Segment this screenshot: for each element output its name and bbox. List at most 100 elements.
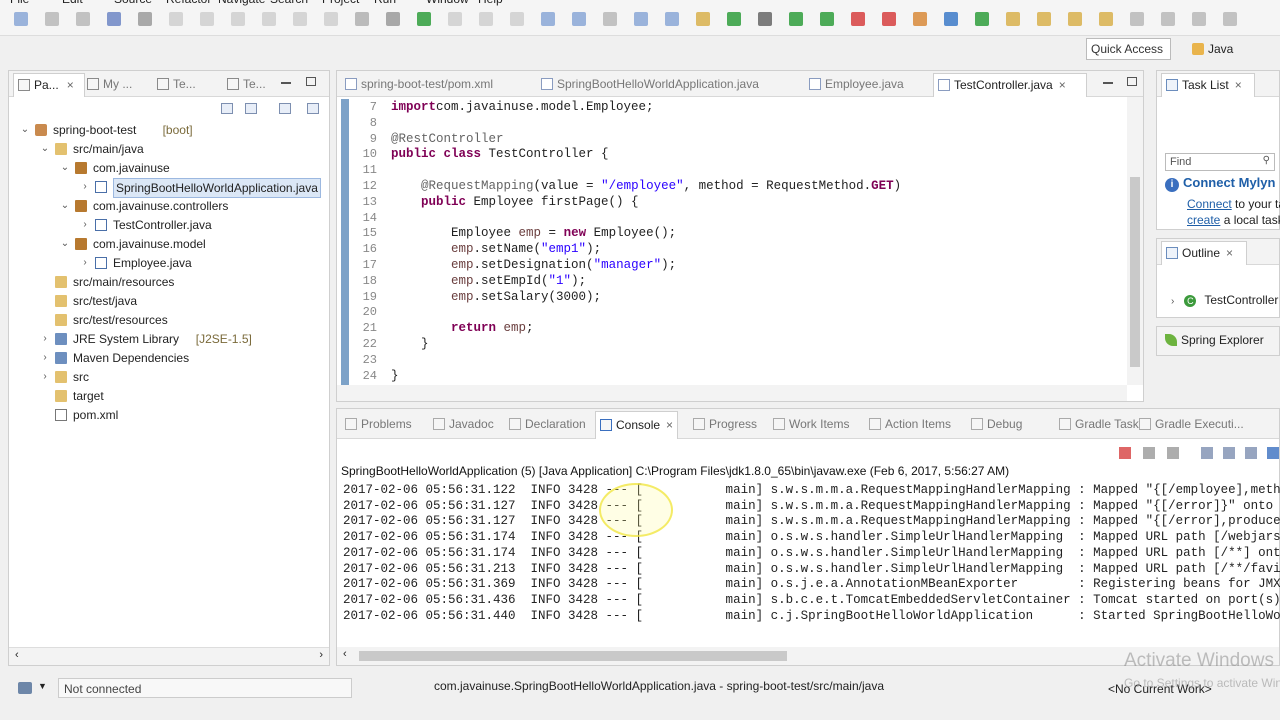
- explorer-tab-1[interactable]: My ...: [83, 75, 149, 95]
- chevron-down-icon[interactable]: ⌄: [19, 121, 31, 139]
- toolbar-button-icon[interactable]: [851, 12, 865, 26]
- toolbar-button-icon[interactable]: [913, 12, 927, 26]
- toolbar-button-icon[interactable]: [665, 12, 679, 26]
- tree-item[interactable]: › JRE System Library [J2SE-1.5]: [9, 330, 329, 348]
- toolbar-button-icon[interactable]: [1161, 12, 1175, 26]
- maximize-icon[interactable]: [306, 77, 316, 86]
- tree-item[interactable]: › Employee.java: [9, 254, 329, 272]
- outline-item[interactable]: › C TestController: [1171, 293, 1278, 307]
- toolbar-button-icon[interactable]: [76, 12, 90, 26]
- chevron-right-icon[interactable]: ›: [39, 349, 51, 367]
- toolbar-button-icon[interactable]: [138, 12, 152, 26]
- view-menu-icon[interactable]: [307, 103, 319, 114]
- toolbar-button-icon[interactable]: [758, 12, 772, 26]
- toolbar-button-icon[interactable]: [975, 12, 989, 26]
- remove-launch-icon[interactable]: [1143, 447, 1155, 459]
- toolbar-button-icon[interactable]: [603, 12, 617, 26]
- chevron-down-icon[interactable]: ⌄: [59, 197, 71, 215]
- scroll-lock-icon[interactable]: [1201, 447, 1213, 459]
- editor-hscrollbar[interactable]: [337, 385, 1127, 401]
- toolbar-button-icon[interactable]: [634, 12, 648, 26]
- explorer-tab-0[interactable]: Pa... ×: [13, 73, 85, 97]
- console-tab-2[interactable]: Declaration: [505, 415, 590, 435]
- console-tab-3[interactable]: Console ×: [595, 411, 679, 439]
- console-tab-6[interactable]: Action Items: [865, 415, 955, 435]
- code-area[interactable]: 7 importcom.javainuse.model.Employee; 8 9 @R…: [347, 99, 1127, 385]
- chevron-down-icon[interactable]: ▼: [38, 681, 47, 691]
- tree-item[interactable]: pom.xml: [9, 406, 329, 424]
- chevron-right-icon[interactable]: ›: [39, 330, 51, 348]
- display-console-icon[interactable]: [1267, 447, 1279, 459]
- toolbar-button-icon[interactable]: [727, 12, 741, 26]
- toolbar-button-icon[interactable]: [262, 12, 276, 26]
- toolbar-button-icon[interactable]: [45, 12, 59, 26]
- explorer-tab-3[interactable]: Te...: [223, 75, 289, 95]
- console-tab-7[interactable]: Debug: [967, 415, 1026, 435]
- tree-item[interactable]: › src: [9, 368, 329, 386]
- toolbar-button-icon[interactable]: [14, 12, 28, 26]
- toolbar-button-icon[interactable]: [448, 12, 462, 26]
- minimize-icon[interactable]: [281, 82, 291, 84]
- toolbar-button-icon[interactable]: [1223, 12, 1237, 26]
- pin-console-icon[interactable]: [1245, 447, 1257, 459]
- minimize-icon[interactable]: [1103, 82, 1113, 84]
- toolbar-button-icon[interactable]: [1099, 12, 1113, 26]
- console-tab-1[interactable]: Javadoc: [429, 415, 498, 435]
- tree-item[interactable]: target: [9, 387, 329, 405]
- tree-item[interactable]: ⌄ src/main/java: [9, 140, 329, 158]
- explorer-hscrollbar[interactable]: ‹ ›: [9, 647, 329, 665]
- collapse-all-icon[interactable]: [221, 103, 233, 114]
- chevron-right-icon[interactable]: ›: [79, 178, 91, 196]
- toolbar-button-icon[interactable]: [789, 12, 803, 26]
- editor-tab-0[interactable]: spring-boot-test/pom.xml: [341, 75, 531, 95]
- toolbar-button-icon[interactable]: [1037, 12, 1051, 26]
- tree-item[interactable]: › TestController.java: [9, 216, 329, 234]
- toolbar-button-icon[interactable]: [293, 12, 307, 26]
- toolbar-button-icon[interactable]: [1068, 12, 1082, 26]
- create-link[interactable]: create: [1187, 213, 1220, 227]
- chevron-right-icon[interactable]: ›: [39, 368, 51, 386]
- close-icon[interactable]: ×: [1226, 246, 1233, 260]
- link-editor-icon[interactable]: [245, 103, 257, 114]
- editor-vscrollbar[interactable]: [1127, 97, 1143, 385]
- tree-item[interactable]: src/main/resources: [9, 273, 329, 291]
- chevron-down-icon[interactable]: ⌄: [39, 140, 51, 158]
- toolbar-button-icon[interactable]: [1130, 12, 1144, 26]
- toolbar-button-icon[interactable]: [107, 12, 121, 26]
- scroll-left-icon[interactable]: ‹: [343, 648, 347, 660]
- toolbar-button-icon[interactable]: [510, 12, 524, 26]
- quick-access-input[interactable]: Quick Access: [1086, 38, 1171, 60]
- tree-item[interactable]: src/test/java: [9, 292, 329, 310]
- toolbar-button-icon[interactable]: [882, 12, 896, 26]
- console-tab-4[interactable]: Progress: [689, 415, 761, 435]
- toolbar-button-icon[interactable]: [541, 12, 555, 26]
- terminate-icon[interactable]: [1119, 447, 1131, 459]
- tree-item[interactable]: ⌄ spring-boot-test [boot]: [9, 121, 329, 139]
- tree-item[interactable]: › SpringBootHelloWorldApplication.java: [9, 178, 329, 198]
- editor-tab-2[interactable]: Employee.java: [805, 75, 927, 95]
- toolbar-button-icon[interactable]: [200, 12, 214, 26]
- tree-item[interactable]: › Maven Dependencies: [9, 349, 329, 367]
- scroll-right-icon[interactable]: ›: [319, 649, 323, 661]
- tab-spring-explorer[interactable]: Spring Explorer: [1165, 333, 1264, 347]
- editor-tab-1[interactable]: SpringBootHelloWorldApplication.java: [537, 75, 799, 95]
- tab-outline[interactable]: Outline ×: [1161, 241, 1247, 265]
- toolbar-button-icon[interactable]: [572, 12, 586, 26]
- console-tab-0[interactable]: Problems: [341, 415, 416, 435]
- console-tab-9[interactable]: Gradle Executi...: [1135, 415, 1248, 435]
- toolbar-button-icon[interactable]: [944, 12, 958, 26]
- tree-item[interactable]: ⌄ com.javainuse.model: [9, 235, 329, 253]
- toolbar-button-icon[interactable]: [479, 12, 493, 26]
- tree-item[interactable]: ⌄ com.javainuse.controllers: [9, 197, 329, 215]
- toolbar-button-icon[interactable]: [820, 12, 834, 26]
- chevron-right-icon[interactable]: ›: [79, 216, 91, 234]
- find-input[interactable]: Find ⚲: [1165, 153, 1275, 171]
- chevron-down-icon[interactable]: ⌄: [59, 159, 71, 177]
- toolbar-button-icon[interactable]: [696, 12, 710, 26]
- chevron-right-icon[interactable]: ›: [79, 254, 91, 272]
- maximize-icon[interactable]: [1127, 77, 1137, 86]
- editor-vscroll-thumb[interactable]: [1130, 177, 1140, 367]
- console-hscroll-thumb[interactable]: [359, 651, 787, 661]
- toolbar-button-icon[interactable]: [386, 12, 400, 26]
- remove-all-icon[interactable]: [1167, 447, 1179, 459]
